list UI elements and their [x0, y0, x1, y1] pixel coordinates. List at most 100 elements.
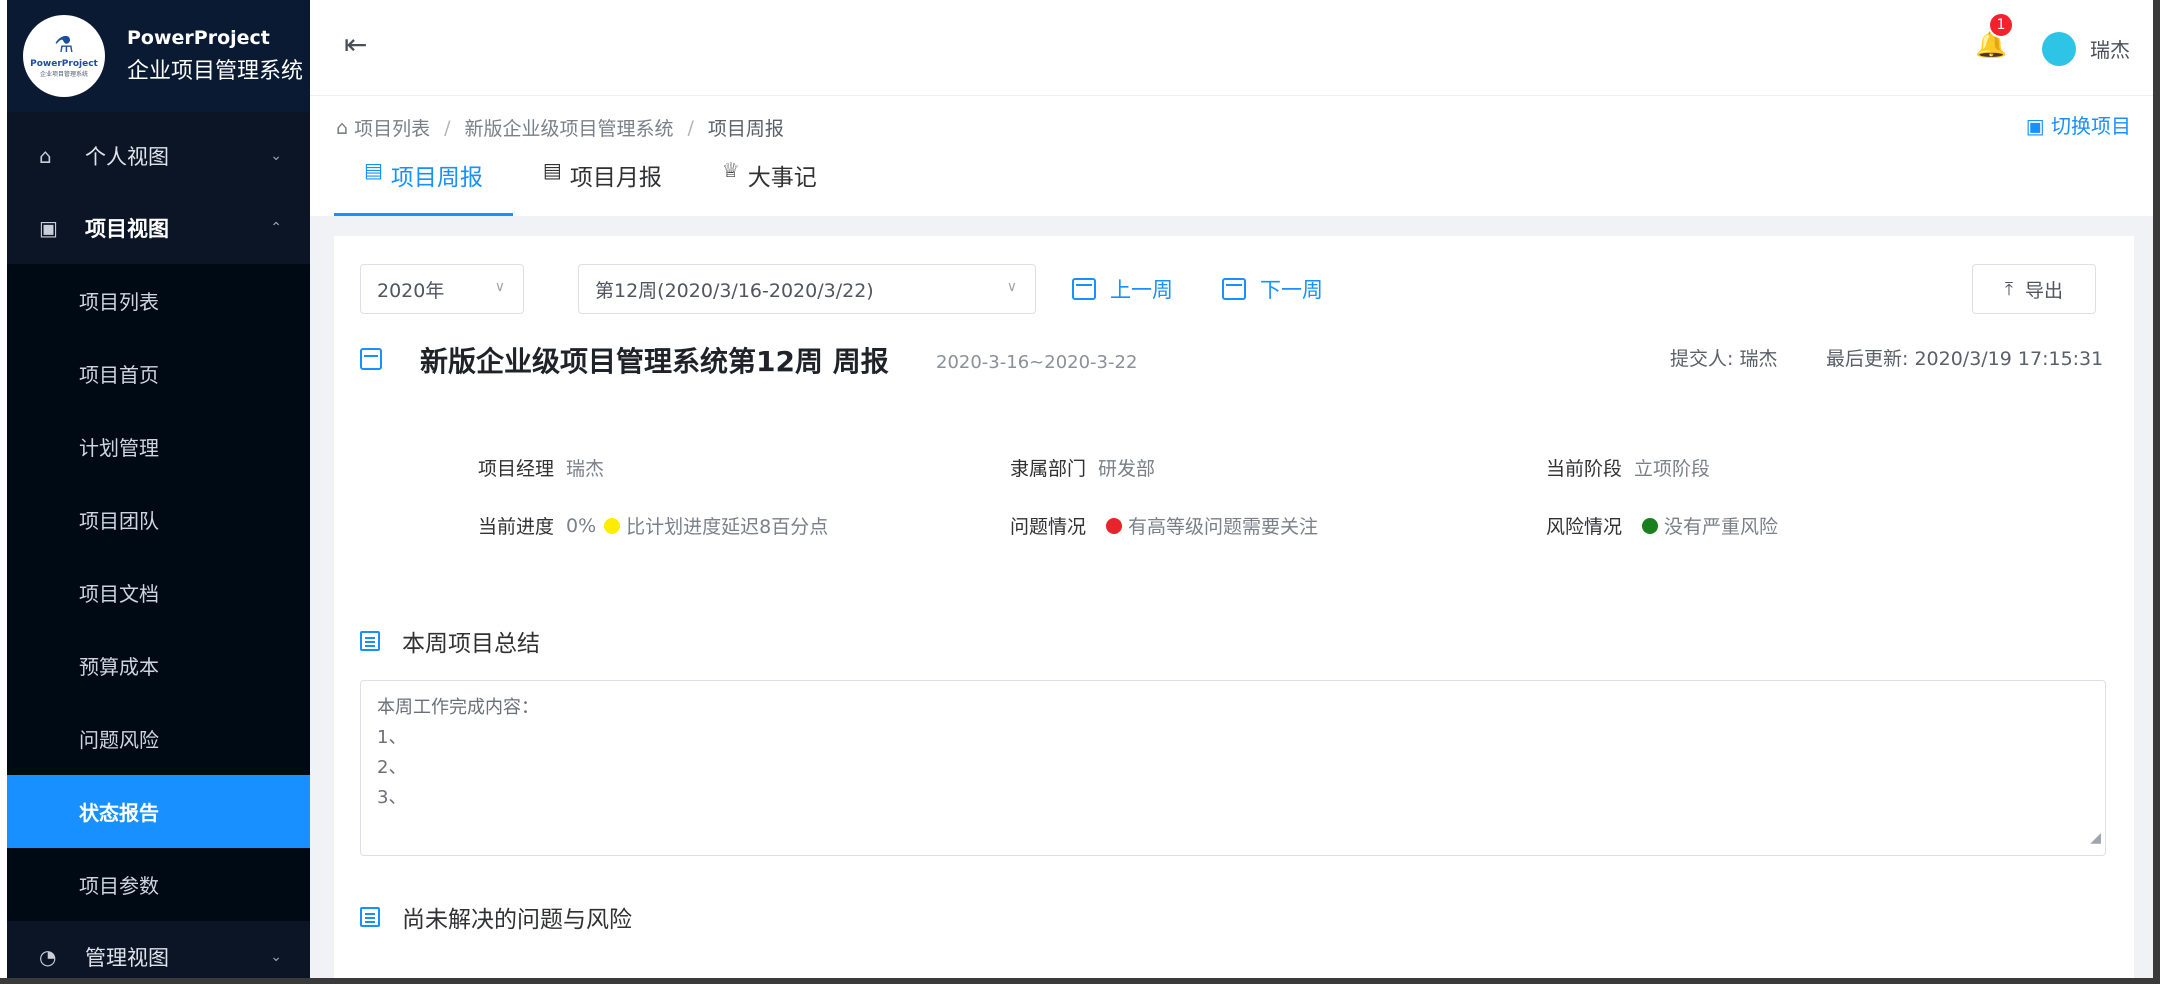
- info-label: 项目经理: [478, 458, 555, 480]
- section-title-text: 尚未解决的问题与风险: [402, 907, 632, 933]
- chevron-down-icon: ∨: [1006, 279, 1017, 295]
- sidebar: ⚗ PowerProject 企业项目管理系统 PowerProject 企业项…: [7, 0, 310, 984]
- chevron-down-icon: ⌄: [270, 949, 282, 965]
- chevron-up-icon: ⌃: [270, 220, 282, 236]
- tab-label: 项目月报: [569, 165, 662, 191]
- sidebar-item-project-home[interactable]: 项目首页: [7, 337, 310, 410]
- next-week-label: 下一周: [1260, 278, 1323, 302]
- menu-group-label: 项目视图: [85, 217, 169, 241]
- switch-project-button[interactable]: ▣ 切换项目: [2026, 110, 2131, 139]
- sidebar-item-project-team[interactable]: 项目团队: [7, 483, 310, 556]
- top-header: ⇤ 🔔 1 瑞杰: [310, 0, 2153, 96]
- issue-note: 有高等级问题需要关注: [1128, 516, 1319, 538]
- info-label: 风险情况: [1546, 516, 1623, 538]
- summary-line: 2、: [377, 757, 407, 778]
- brand: ⚗ PowerProject 企业项目管理系统 PowerProject 企业项…: [7, 0, 310, 112]
- sidebar-item-status-report[interactable]: 状态报告: [7, 775, 310, 848]
- info-current-progress: 当前进度 0% 比计划进度延迟8百分点: [478, 512, 828, 539]
- risk-note: 没有严重风险: [1664, 516, 1779, 538]
- sidebar-item-project-params[interactable]: 项目参数: [7, 848, 310, 921]
- submitter: 提交人: 瑞杰: [1670, 348, 1778, 370]
- next-week-button[interactable]: 下一周: [1222, 274, 1323, 304]
- report-icon: ▤: [542, 158, 562, 182]
- progress-percent: 0%: [566, 514, 597, 537]
- info-value: 0% 比计划进度延迟8百分点: [566, 512, 828, 539]
- breadcrumb-item-project[interactable]: 新版企业级项目管理系统: [464, 114, 673, 141]
- menu-group-management-view[interactable]: ◔ 管理视图 ⌄: [7, 921, 310, 984]
- year-select-value: 2020年: [377, 279, 445, 302]
- tab-monthly-report[interactable]: ▤ 项目月报: [513, 158, 692, 216]
- brand-name: PowerProject: [127, 27, 270, 49]
- info-value: 有高等级问题需要关注: [1098, 512, 1318, 539]
- sidebar-item-plan-management[interactable]: 计划管理: [7, 410, 310, 483]
- menu-group-label: 管理视图: [85, 946, 169, 970]
- logo-subtext: 企业项目管理系统: [39, 70, 88, 78]
- tab-milestones[interactable]: ♕ 大事记: [692, 158, 847, 216]
- export-button[interactable]: ⤒ 导出: [1972, 264, 2096, 314]
- window-frame-right: [2153, 0, 2160, 984]
- issue-status-dot: [1106, 517, 1123, 534]
- issues-section-title: 尚未解决的问题与风险: [360, 900, 632, 934]
- breadcrumb-item-current: 项目周报: [707, 118, 784, 140]
- info-current-stage: 当前阶段 立项阶段: [1546, 454, 1710, 481]
- info-project-manager: 项目经理 瑞杰: [478, 454, 604, 481]
- last-updated: 最后更新: 2020/3/19 17:15:31: [1826, 348, 2104, 370]
- summary-section-title: 本周项目总结: [360, 624, 540, 658]
- prev-week-button[interactable]: 上一周: [1072, 274, 1173, 304]
- calendar-icon: [1072, 278, 1096, 300]
- notification-badge: 1: [1988, 12, 2014, 38]
- prev-week-label: 上一周: [1110, 278, 1173, 302]
- year-select[interactable]: 2020年 ∨: [360, 264, 524, 314]
- week-select[interactable]: 第12周(2020/3/16-2020/3/22) ∨: [578, 264, 1036, 314]
- sidebar-item-project-list[interactable]: 项目列表: [7, 264, 310, 337]
- breadcrumb: ⌂ 项目列表 / 新版企业级项目管理系统 / 项目周报: [336, 114, 784, 141]
- report-icon: ▤: [364, 158, 383, 182]
- info-value: 研发部: [1098, 458, 1156, 480]
- breadcrumb-item-project-list[interactable]: 项目列表: [354, 114, 430, 141]
- sidebar-item-issues-risks[interactable]: 问题风险: [7, 702, 310, 775]
- info-value: 没有严重风险: [1634, 512, 1778, 539]
- switch-project-label: 切换项目: [2051, 114, 2131, 138]
- export-label: 导出: [2024, 279, 2063, 302]
- report-tabs: ▤ 项目周报 ▤ 项目月报 ♕ 大事记: [334, 158, 847, 216]
- info-issue-status: 问题情况 有高等级问题需要关注: [1010, 512, 1318, 539]
- sidebar-item-project-documents[interactable]: 项目文档: [7, 556, 310, 629]
- info-label: 隶属部门: [1010, 458, 1087, 480]
- collapse-menu-icon[interactable]: ⇤: [344, 28, 367, 61]
- info-value: 立项阶段: [1634, 458, 1711, 480]
- home-icon: ⌂: [336, 116, 349, 139]
- window-frame-bottom: [0, 978, 2160, 984]
- resize-handle-icon[interactable]: ◢: [2090, 823, 2101, 853]
- info-label: 问题情况: [1010, 516, 1087, 538]
- list-icon: [360, 907, 380, 927]
- summary-textarea[interactable]: 本周工作完成内容： 1、 2、 3、 ◢: [360, 680, 2106, 856]
- switch-icon: ▣: [2025, 114, 2051, 138]
- chevron-down-icon: ∨: [494, 279, 505, 295]
- logo[interactable]: ⚗ PowerProject 企业项目管理系统: [23, 15, 105, 97]
- week-select-value: 第12周(2020/3/16-2020/3/22): [595, 279, 874, 302]
- brand-text: PowerProject 企业项目管理系统: [127, 27, 303, 85]
- chevron-down-icon: ⌄: [270, 148, 282, 164]
- progress-note: 比计划进度延迟8百分点: [626, 516, 829, 538]
- breadcrumb-separator: /: [687, 116, 694, 139]
- weekly-report-card: 2020年 ∨ 第12周(2020/3/16-2020/3/22) ∨ 上一周 …: [334, 236, 2134, 984]
- menu-group-personal-view[interactable]: ⌂ 个人视图 ⌄: [7, 120, 310, 192]
- summary-line: 1、: [377, 727, 407, 748]
- report-title: 新版企业级项目管理系统第12周 周报: [420, 345, 889, 378]
- avatar[interactable]: [2042, 32, 2076, 66]
- trophy-icon: ♕: [721, 158, 740, 182]
- summary-line: 3、: [377, 787, 407, 808]
- home-icon: ⌂: [39, 144, 52, 168]
- summary-line: 本周工作完成内容：: [377, 697, 539, 718]
- info-department: 隶属部门 研发部: [1010, 454, 1155, 481]
- menu-group-label: 个人视图: [85, 145, 169, 169]
- progress-status-dot: [604, 517, 621, 534]
- breadcrumb-tabs-area: ⌂ 项目列表 / 新版企业级项目管理系统 / 项目周报 ▣ 切换项目 ▤ 项目周…: [310, 96, 2153, 216]
- calendar-icon: [360, 348, 382, 370]
- project-view-icon: ▣: [39, 216, 58, 240]
- tab-weekly-report[interactable]: ▤ 项目周报: [334, 158, 513, 216]
- username[interactable]: 瑞杰: [2090, 34, 2130, 63]
- sidebar-item-budget-cost[interactable]: 预算成本: [7, 629, 310, 702]
- section-title-text: 本周项目总结: [402, 631, 540, 657]
- menu-group-project-view[interactable]: ▣ 项目视图 ⌃: [7, 192, 310, 264]
